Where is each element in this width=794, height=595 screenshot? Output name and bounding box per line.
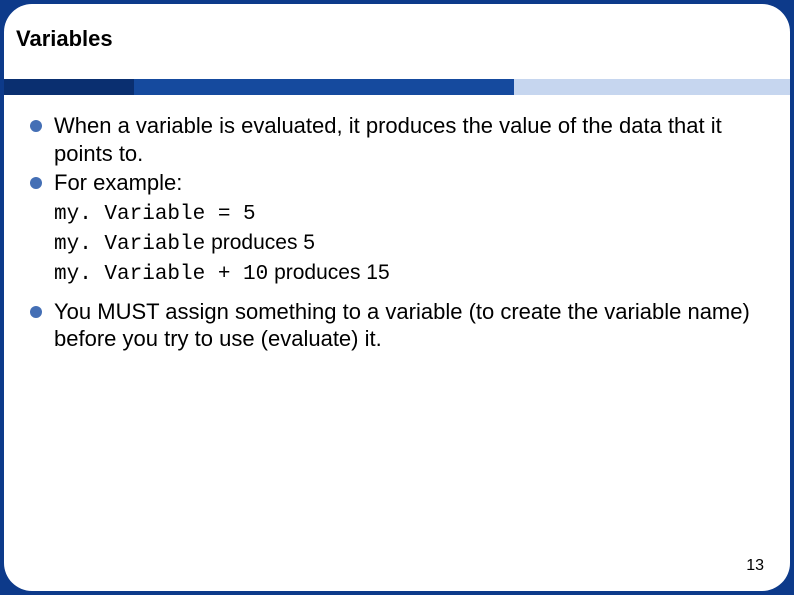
example-line: my. Variable produces 5 [54, 229, 750, 259]
slide-title: Variables [16, 26, 113, 52]
example-result: produces 15 [268, 261, 389, 284]
slide-card: Variables When a variable is evaluated, … [4, 4, 790, 591]
bullet-dot-icon [30, 177, 42, 189]
example-line: my. Variable + 10 produces 15 [54, 259, 750, 289]
bullet-dot-icon [30, 120, 42, 132]
code-text: my. Variable + 10 [54, 263, 268, 286]
bullet-item: For example: [30, 169, 750, 197]
bullet-item: When a variable is evaluated, it produce… [30, 112, 750, 167]
divider-light [514, 79, 790, 95]
divider-dark [4, 79, 134, 95]
bullet-dot-icon [30, 306, 42, 318]
code-text: my. Variable [54, 233, 205, 256]
bullet-text: When a variable is evaluated, it produce… [54, 112, 750, 167]
bullet-text: You MUST assign something to a variable … [54, 298, 750, 353]
bullet-text: For example: [54, 169, 750, 197]
example-line: my. Variable = 5 [54, 199, 750, 229]
code-text: my. Variable = 5 [54, 203, 256, 226]
bullet-item: You MUST assign something to a variable … [30, 298, 750, 353]
content-area: When a variable is evaluated, it produce… [30, 112, 750, 355]
example-lines: my. Variable = 5 my. Variable produces 5… [54, 199, 750, 290]
divider-bar [4, 79, 790, 95]
divider-mid [134, 79, 514, 95]
page-number: 13 [746, 557, 764, 575]
example-result: produces 5 [205, 231, 315, 254]
